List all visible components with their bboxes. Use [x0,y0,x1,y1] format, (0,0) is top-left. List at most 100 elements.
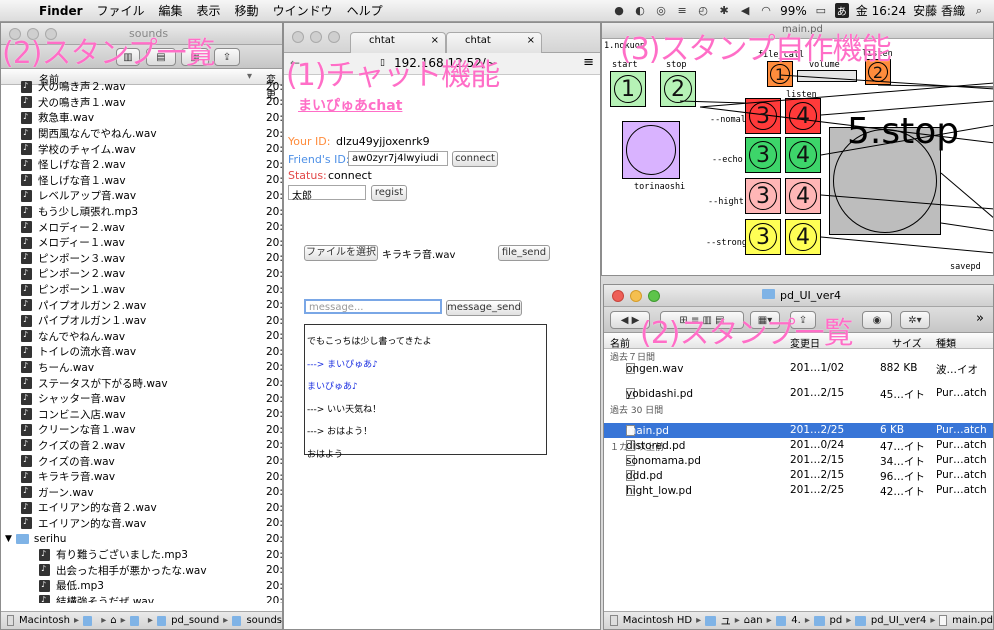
user-name[interactable]: 安藤 香織 [913,2,965,19]
share-icon[interactable]: ⇪ [214,48,240,66]
file-send-button[interactable]: file_send [498,245,550,261]
list-item[interactable]: 最低.mp3 20: [1,578,282,594]
table-row[interactable]: main.pd 201…2/25 6 KB Pur…atch [604,423,993,438]
list-item[interactable]: 救急車.wav 20: [1,110,282,126]
list-item[interactable]: 関西風なんでやねん.wav 20: [1,126,282,142]
list-item[interactable]: ピンポーン２.wav 20: [1,266,282,282]
name-input[interactable]: 太郎 [288,185,366,202]
list-item[interactable]: メロディー１.wav 20: [1,235,282,251]
close-tab-icon[interactable]: × [431,35,439,46]
folder-icon[interactable] [156,615,167,626]
col-name[interactable]: 名前 [610,335,630,350]
zoom-button[interactable] [648,290,660,302]
close-tab-icon[interactable]: × [527,35,535,46]
list-item[interactable]: ちーん.wav 20: [1,360,282,376]
list-item[interactable]: レベルアップ音.wav 20: [1,188,282,204]
list-item[interactable]: もう少し頑張れ.mp3 20: [1,204,282,220]
bluetooth-icon[interactable]: ✱ [717,4,731,17]
list-item[interactable]: 学校のチャイム.wav 20: [1,141,282,157]
folder-icon[interactable] [855,615,866,626]
file-choose-button[interactable]: ファイルを選択 [304,245,378,261]
eye-icon[interactable]: ◎ [654,4,668,17]
message-send-button[interactable]: message_send [446,300,522,316]
overflow-icon[interactable]: » [976,311,984,326]
menu-icon[interactable]: ≡ [675,4,689,17]
list-item[interactable]: クイズの音.wav 20: [1,453,282,469]
list-item[interactable]: エイリアン的な音２.wav 20: [1,500,282,516]
path-item[interactable]: sounds [246,615,282,626]
input-method[interactable]: あ [834,3,849,18]
quicklook-icon[interactable]: ◉ [862,311,892,329]
regist-button[interactable]: regist [371,185,407,201]
path-item[interactable]: pd_sound [171,615,219,626]
table-row[interactable]: ongen.wav 201…1/02 882 KB 波…イオ [604,361,993,376]
col-kind[interactable]: 種類 [936,335,956,350]
menu-edit[interactable]: 編集 [152,2,190,19]
menu-file[interactable]: ファイル [90,2,152,19]
app-icon[interactable]: ◐ [633,4,647,17]
path-item[interactable]: an [750,615,762,626]
battery-icon[interactable]: ▭ [814,4,828,17]
list-item[interactable]: 犬の鳴き声１.wav 20: [1,95,282,111]
list-item[interactable]: キラキラ音.wav 20: [1,469,282,485]
table-row[interactable]: distored.pd 201…0/24 47…イト Pur…atch [604,438,993,453]
friend-id-input[interactable]: aw0zyr7j4lwyiudi [348,151,448,166]
time-machine-icon[interactable]: ◴ [696,4,710,17]
chat-message[interactable]: ---> まいぴゅあ♪ [307,354,544,377]
line-icon[interactable]: ● [612,4,626,17]
list-item[interactable]: 出会った相手が悪かったな.wav 20: [1,562,282,578]
list-item[interactable]: エイリアン的な音.wav 20: [1,516,282,532]
folder-icon[interactable] [232,615,242,626]
list-item[interactable]: メロディー２.wav 20: [1,219,282,235]
spotlight-icon[interactable]: ⌕ [972,4,986,17]
col-size[interactable]: サイズ [892,335,922,350]
path-item[interactable]: 4. [791,615,801,626]
menu-window[interactable]: ウインドウ [266,2,340,19]
zoom-button[interactable] [328,31,340,43]
list-item[interactable]: パイプオルガン２.wav 20: [1,297,282,313]
menu-help[interactable]: ヘルプ [340,2,390,19]
table-row[interactable]: ddd.pd 201…2/15 96…イト Pur…atch [604,468,993,483]
volume-icon[interactable]: ◀ [738,4,752,17]
folder-icon[interactable] [129,615,139,626]
table-row[interactable]: yobidashi.pd 201…2/15 45…イト Pur…atch [604,386,993,401]
list-item[interactable]: コンビニ入店.wav 20: [1,406,282,422]
list-item[interactable]: 有り難うございました.mp3 20: [1,547,282,563]
minimize-button[interactable] [310,31,322,43]
path-item[interactable]: ユ [721,613,731,628]
finder2-titlebar[interactable]: pd_UI_ver4 [604,285,993,307]
list-item[interactable]: 犬の鳴き声２.wav 20: [1,79,282,95]
list-item[interactable]: ピンポーン３.wav 20: [1,251,282,267]
path-item[interactable]: pd_UI_ver4 [871,615,927,626]
chat-message[interactable]: まいぴゅあ♪ [307,376,544,399]
list-item[interactable]: クイズの音２.wav 20: [1,438,282,454]
gear-icon[interactable]: ✲▾ [900,311,930,329]
list-item[interactable]: トイレの流水音.wav 20: [1,344,282,360]
list-item[interactable]: ガーン.wav 20: [1,484,282,500]
chrome-menu-icon[interactable]: ≡ [583,55,594,70]
clock[interactable]: 金 16:24 [856,2,906,19]
folder-row[interactable]: ▼ serihu 20: [1,531,282,547]
list-item[interactable]: ステータスが下がる時.wav 20: [1,375,282,391]
home-icon[interactable]: ⌂ [110,615,116,626]
folder-icon[interactable] [82,615,93,626]
list-item[interactable]: 結構強そうだぜ.wav 20: [1,594,282,603]
path-item[interactable]: main.pd [952,615,993,626]
close-button[interactable] [612,290,624,302]
menu-go[interactable]: 移動 [228,2,266,19]
list-item[interactable]: 怪しげな音１.wav 20: [1,173,282,189]
table-row[interactable]: hight_low.pd 201…2/25 42…イト Pur…atch [604,483,993,498]
battery-percent[interactable]: 99% [780,4,807,18]
list-item[interactable]: 怪しげな音２.wav 20: [1,157,282,173]
minimize-button[interactable] [630,290,642,302]
menu-view[interactable]: 表示 [190,2,228,19]
table-row[interactable]: sonomama.pd 201…2/15 34…イト Pur…atch [604,453,993,468]
folder-icon[interactable] [775,615,787,626]
list-item[interactable]: クリーンな音１.wav 20: [1,422,282,438]
path-item[interactable]: Macintosh [19,615,70,626]
menu-finder[interactable]: Finder [32,4,90,18]
wifi-icon[interactable]: ◠ [759,4,773,17]
list-item[interactable]: シャッター音.wav 20: [1,391,282,407]
path-item[interactable]: pd [830,615,843,626]
message-input[interactable]: message... [304,299,442,314]
